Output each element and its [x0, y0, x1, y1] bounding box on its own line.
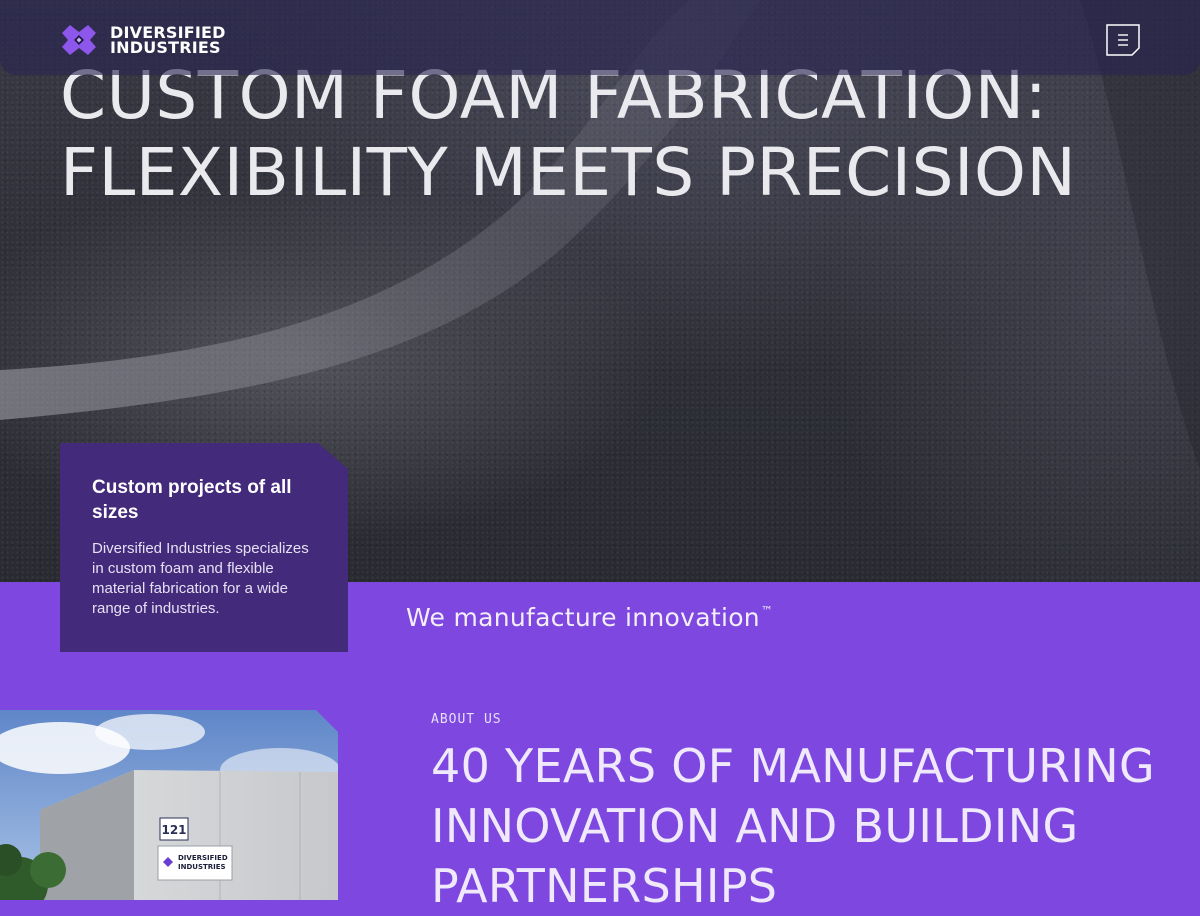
card-description: Diversified Industries specializes in cu…	[92, 540, 309, 617]
building-photo: 121 DIVERSIFIED INDUSTRIES	[0, 710, 338, 900]
about-title-line-2: INNOVATION AND BUILDING	[431, 799, 1079, 853]
logo-diamond-icon	[62, 25, 96, 55]
building-sign-line-2: INDUSTRIES	[178, 863, 226, 871]
logo-line-2: INDUSTRIES	[110, 38, 221, 57]
trademark-symbol: ™	[760, 604, 774, 618]
about-us-eyebrow: ABOUT US	[431, 712, 502, 727]
top-navigation-bar: DIVERSIFIED INDUSTRIES	[0, 0, 1200, 75]
hero-title: CUSTOM FOAM FABRICATION: FLEXIBILITY MEE…	[60, 57, 1076, 211]
card-title: Custom projects of all sizes	[92, 477, 292, 523]
tagline-text: We manufacture innovation	[406, 603, 760, 632]
about-title-line-3: PARTNERSHIPS	[431, 859, 778, 913]
custom-projects-card: Custom projects of all sizes Diversified…	[60, 443, 348, 652]
menu-button[interactable]	[1106, 24, 1140, 56]
address-number: 121	[161, 823, 186, 837]
tagline: We manufacture innovation™	[406, 603, 773, 632]
about-title: 40 YEARS OF MANUFACTURING INNOVATION AND…	[431, 736, 1155, 916]
about-title-line-1: 40 YEARS OF MANUFACTURING	[431, 739, 1155, 793]
building-illustration: 121 DIVERSIFIED INDUSTRIES	[0, 710, 338, 900]
logo-wordmark: DIVERSIFIED INDUSTRIES	[110, 25, 226, 57]
building-sign-line-1: DIVERSIFIED	[178, 854, 228, 862]
hamburger-menu-icon	[1106, 24, 1140, 56]
company-logo-link[interactable]: DIVERSIFIED INDUSTRIES	[60, 23, 226, 57]
hero-title-line-2: FLEXIBILITY MEETS PRECISION	[60, 134, 1077, 211]
